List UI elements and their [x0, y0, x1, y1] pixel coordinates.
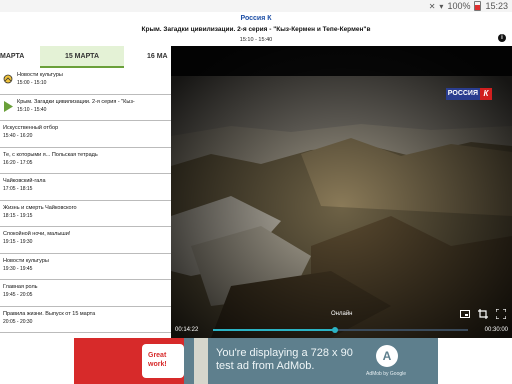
- list-item[interactable]: Жизнь и смерть Чайковского 18:15 - 19:15: [0, 201, 171, 227]
- ad-text: You're displaying a 728 x 90 test ad fro…: [216, 347, 353, 372]
- item-time: 20:05 - 20:30: [3, 318, 33, 325]
- timeline: 00:14:22 00:30:00: [175, 325, 508, 335]
- item-title: Новости культуры: [17, 72, 63, 78]
- tab-current-day[interactable]: 15 МАРТА: [40, 46, 124, 68]
- ad-brand: AdMob by Google: [366, 371, 407, 377]
- mute-icon: ✕: [428, 1, 436, 11]
- item-title: Чайковский-гала: [3, 178, 46, 184]
- seek-progress: [213, 329, 336, 331]
- item-time: 19:30 - 19:45: [3, 265, 33, 272]
- fullscreen-icon[interactable]: [495, 308, 507, 320]
- current-time: 00:14:22: [175, 327, 199, 333]
- list-item[interactable]: Правила жизни. Выпуск от 15 марта 20:05 …: [0, 307, 171, 333]
- item-time: 18:15 - 19:15: [3, 212, 33, 219]
- item-time: 15:00 - 15:10: [17, 80, 47, 86]
- ad-pillar: [194, 338, 208, 384]
- list-item[interactable]: Чайковский-гала 17:05 - 18:15: [0, 174, 171, 201]
- item-time: 19:45 - 20:05: [3, 292, 33, 298]
- live-label: Онлайн: [331, 311, 353, 317]
- wifi-icon: ▾: [439, 1, 444, 11]
- item-time: 19:15 - 19:30: [3, 239, 33, 245]
- play-icon: [4, 100, 13, 112]
- status-icons: ✕ ▾ 100% 15:23: [429, 0, 508, 12]
- status-bar: ✕ ▾ 100% 15:23: [0, 0, 512, 12]
- item-time: 17:05 - 18:15: [3, 186, 33, 192]
- tab-prev-day[interactable]: МАРТА: [0, 46, 24, 68]
- item-title: Крым. Загадки цивилизации. 2-я серия - "…: [17, 98, 135, 105]
- logo-word: РОССИЯ: [445, 88, 480, 100]
- channel-name: Россия К: [240, 15, 272, 22]
- ad-badge: Great work!: [148, 352, 167, 368]
- crop-icon[interactable]: [478, 309, 488, 319]
- item-title: Правила жизни. Выпуск от 15 марта: [3, 310, 96, 317]
- list-item[interactable]: Главная роль 19:45 - 20:05: [0, 280, 171, 307]
- video-player[interactable]: РОССИЯ К Онлайн 00:14:22 00:30:00: [171, 46, 512, 338]
- seek-handle[interactable]: [332, 327, 339, 333]
- item-title: Новости культуры: [3, 257, 49, 264]
- item-title: Жизнь и смерть Чайковского: [3, 204, 77, 211]
- tab-next-day[interactable]: 16 МА: [147, 46, 168, 68]
- item-title: Главная роль: [3, 284, 38, 290]
- item-title: Искусственный отбор: [3, 125, 59, 131]
- seek-bar[interactable]: [213, 327, 468, 333]
- item-title: Спокойной ночи, малыши!: [3, 231, 71, 237]
- item-time: 15:10 - 15:40: [17, 106, 47, 113]
- ad-banner[interactable]: Great work! You're displaying a 728 x 90…: [74, 338, 438, 384]
- aspect-ratio-icon[interactable]: [460, 309, 470, 319]
- program-header: Россия К Крым. Загадки цивилизации. 2-я …: [0, 12, 512, 46]
- admob-logo-icon: A: [376, 345, 398, 367]
- list-item[interactable]: Крым. Загадки цивилизации. 2-я серия - "…: [0, 95, 171, 121]
- list-item[interactable]: Искусственный отбор 15:40 - 16:20: [0, 121, 171, 148]
- item-time: 15:40 - 16:20: [3, 133, 33, 139]
- battery-icon: [474, 1, 482, 11]
- list-item[interactable]: Новости культуры 19:30 - 19:45: [0, 254, 171, 280]
- program-time: 15:10 - 15:40: [239, 37, 273, 43]
- ad-area: Great work! You're displaying a 728 x 90…: [0, 338, 512, 384]
- info-icon[interactable]: i: [498, 34, 506, 42]
- player-controls: [460, 308, 507, 320]
- item-time: 16:20 - 17:05: [3, 159, 33, 166]
- logo-letter: К: [480, 88, 492, 100]
- end-time: 00:30:00: [484, 327, 508, 333]
- list-item[interactable]: Новости культуры 15:00 - 15:10: [0, 68, 171, 95]
- battery-percent: 100%: [447, 1, 471, 11]
- clock: 15:23: [485, 1, 508, 11]
- date-tabs: МАРТА 15 МАРТА 16 МА: [0, 46, 171, 68]
- program-title: Крым. Загадки цивилизации. 2-я серия - "…: [141, 26, 371, 33]
- list-item[interactable]: Спокойной ночи, малыши! 19:15 - 19:30: [0, 227, 171, 254]
- item-title: Те, с которыми я... Польская тетрадь: [3, 151, 98, 158]
- schedule-list: Новости культуры 15:00 - 15:10 Крым. Заг…: [0, 68, 171, 338]
- channel-logo: РОССИЯ К: [445, 88, 492, 100]
- reminder-icon: [3, 74, 13, 84]
- list-item[interactable]: Те, с которыми я... Польская тетрадь 16:…: [0, 148, 171, 174]
